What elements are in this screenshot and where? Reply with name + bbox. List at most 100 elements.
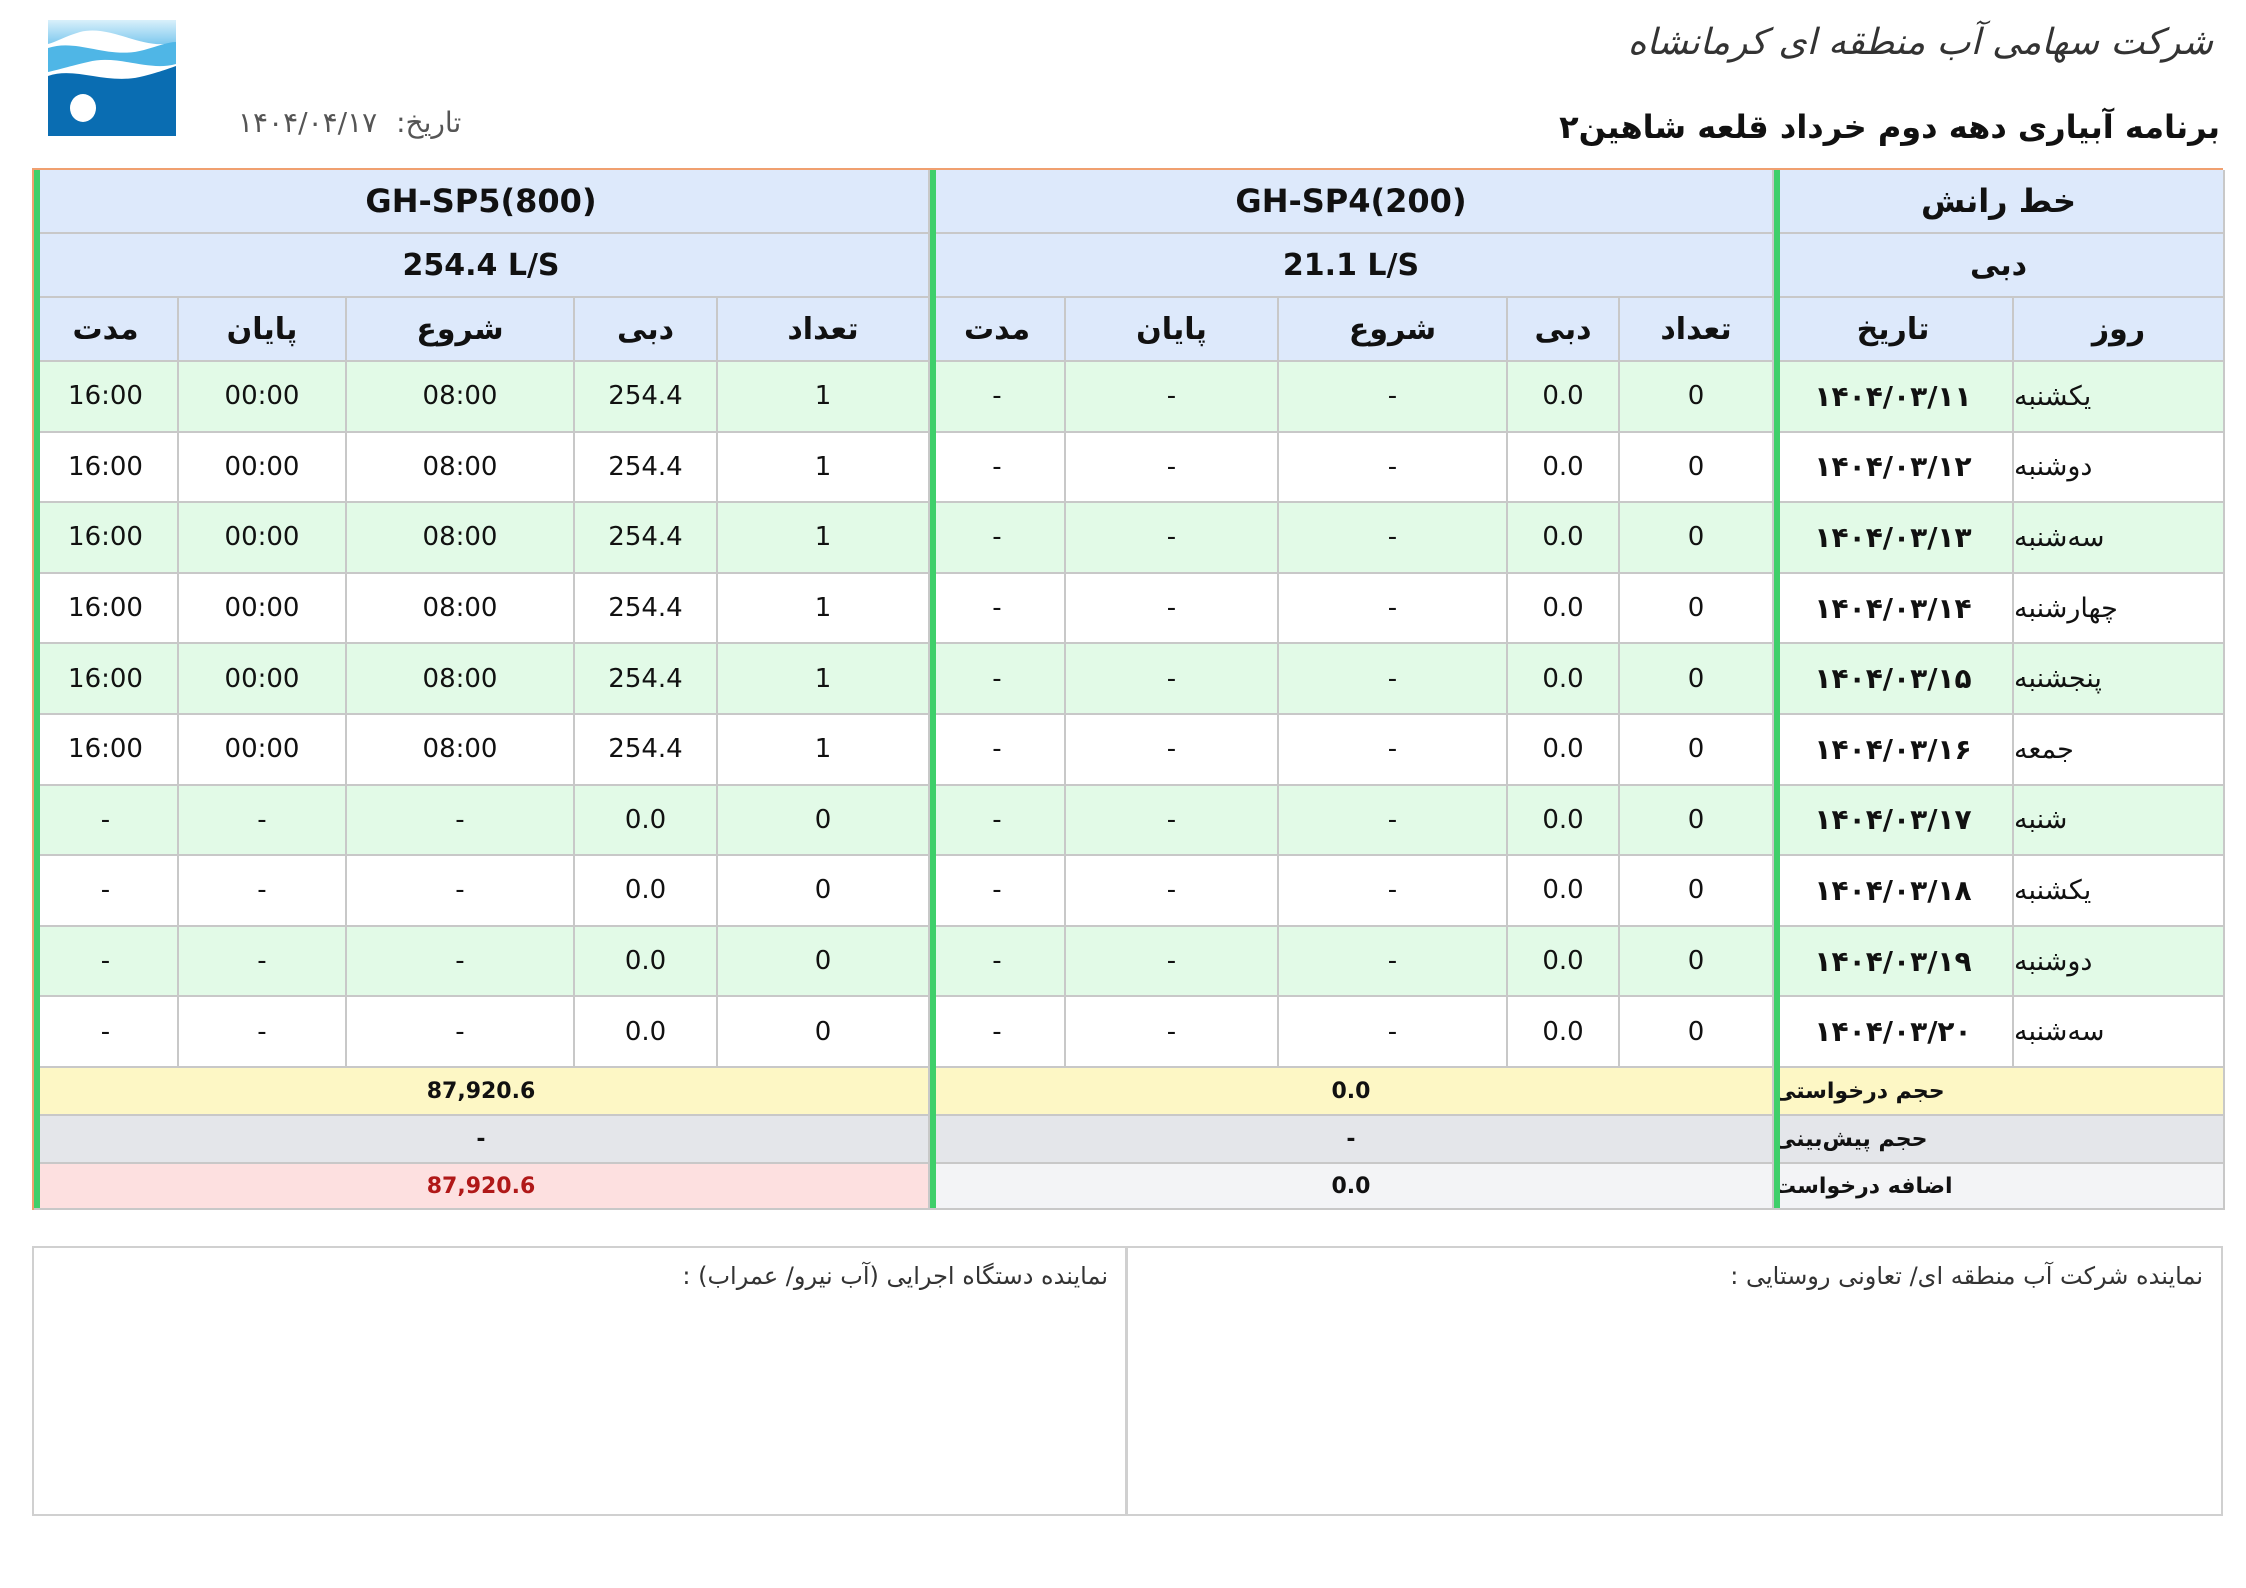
sp5-col-flow: دبی [575, 298, 718, 362]
sp4-cell-start: - [1279, 926, 1508, 998]
requested-volume-label: حجم درخواستی [1774, 1068, 2225, 1116]
sp4-cell-count: 0 [1620, 997, 1774, 1068]
sp4-cell-duration: - [930, 503, 1066, 574]
sp4-cell-duration: - [930, 644, 1066, 715]
sp5-cell-start: 08:00 [347, 573, 575, 645]
sp5-cell-duration: 16:00 [34, 644, 179, 715]
sp5-cell-end: - [179, 856, 347, 927]
sp4-cell-start: - [1279, 432, 1508, 504]
sp4-col-start: شروع [1279, 298, 1508, 362]
sp5-cell-count: 0 [718, 926, 930, 998]
sp4-flow-rate: 21.1 L/S [930, 234, 1774, 298]
row-day: چهارشنبه [2014, 573, 2225, 645]
group-separator-bar [34, 170, 40, 1208]
sp4-cell-duration: - [930, 785, 1066, 857]
sp4-cell-end: - [1066, 997, 1279, 1068]
sp4-cell-count: 0 [1620, 362, 1774, 433]
row-day: پنجشنبه [2014, 644, 2225, 715]
excess-request-sp5: 87,920.6 [34, 1164, 930, 1210]
sp5-cell-flow: 0.0 [575, 997, 718, 1068]
sp4-cell-duration: - [930, 926, 1066, 998]
sp4-cell-end: - [1066, 432, 1279, 504]
signature-label-executive: نماینده دستگاه اجرایی (آب نیرو/ عمراب) : [682, 1262, 1108, 1290]
sp4-cell-end: - [1066, 573, 1279, 645]
signature-box-regional-water: نماینده شرکت آب منطقه ای/ تعاونی روستایی… [1125, 1246, 2223, 1516]
excess-request-label: اضافه درخواست [1774, 1164, 2225, 1210]
forecast-volume-sp4: - [930, 1116, 1774, 1164]
sp4-cell-flow: 0.0 [1508, 926, 1620, 998]
sp5-cell-count: 0 [718, 856, 930, 927]
group-separator-bar [1774, 170, 1780, 1208]
date-value: ۱۴۰۴/۰۴/۱۷ [238, 106, 378, 139]
excess-request-sp4: 0.0 [930, 1164, 1774, 1210]
sp4-cell-flow: 0.0 [1508, 997, 1620, 1068]
sp4-cell-start: - [1279, 997, 1508, 1068]
sp4-cell-duration: - [930, 856, 1066, 927]
row-date: ۱۴۰۴/۰۳/۱۷ [1774, 785, 2014, 857]
date-label: تاریخ: [396, 106, 462, 139]
sp4-cell-duration: - [930, 362, 1066, 433]
pump-line-sp4-header: GH-SP4(200) [930, 170, 1774, 234]
sp5-cell-duration: 16:00 [34, 573, 179, 645]
sp4-cell-count: 0 [1620, 785, 1774, 857]
signature-label-regional-water: نماینده شرکت آب منطقه ای/ تعاونی روستایی… [1730, 1262, 2203, 1290]
sp5-cell-end: - [179, 997, 347, 1068]
sp5-cell-duration: 16:00 [34, 432, 179, 504]
sp5-cell-end: 00:00 [179, 503, 347, 574]
sp5-cell-flow: 0.0 [575, 785, 718, 857]
sp5-cell-duration: - [34, 926, 179, 998]
row-date: ۱۴۰۴/۰۳/۱۲ [1774, 432, 2014, 504]
row-date: ۱۴۰۴/۰۳/۱۴ [1774, 573, 2014, 645]
sp5-cell-end: - [179, 926, 347, 998]
row-day: جمعه [2014, 715, 2225, 786]
sp4-cell-end: - [1066, 503, 1279, 574]
sp5-cell-duration: 16:00 [34, 362, 179, 433]
sp4-cell-start: - [1279, 573, 1508, 645]
sp5-cell-count: 1 [718, 573, 930, 645]
sp5-cell-duration: 16:00 [34, 715, 179, 786]
sp4-col-duration: مدت [930, 298, 1066, 362]
sp4-cell-flow: 0.0 [1508, 362, 1620, 433]
sp4-cell-duration: - [930, 432, 1066, 504]
sp5-cell-start: 08:00 [347, 362, 575, 433]
sp4-cell-flow: 0.0 [1508, 503, 1620, 574]
sp5-cell-duration: - [34, 785, 179, 857]
row-date: ۱۴۰۴/۰۳/۱۹ [1774, 926, 2014, 998]
table-grid: GH-SP5(800) GH-SP4(200) خط رانش 254.4 L/S 21… [34, 170, 2225, 1210]
sp5-cell-count: 0 [718, 785, 930, 857]
sp5-cell-start: - [347, 997, 575, 1068]
sp4-cell-end: - [1066, 715, 1279, 786]
row-date: ۱۴۰۴/۰۳/۲۰ [1774, 997, 2014, 1068]
sp4-cell-flow: 0.0 [1508, 785, 1620, 857]
sp5-cell-count: 1 [718, 432, 930, 504]
sp4-cell-end: - [1066, 926, 1279, 998]
requested-volume-sp4: 0.0 [930, 1068, 1774, 1116]
row-date: ۱۴۰۴/۰۳/۱۵ [1774, 644, 2014, 715]
sp5-col-duration: مدت [34, 298, 179, 362]
sp5-cell-start: 08:00 [347, 644, 575, 715]
sp5-cell-duration: - [34, 856, 179, 927]
sp5-cell-duration: - [34, 997, 179, 1068]
sp4-cell-count: 0 [1620, 503, 1774, 574]
sp5-cell-flow: 254.4 [575, 644, 718, 715]
sp5-cell-flow: 254.4 [575, 362, 718, 433]
sp5-flow-rate: 254.4 L/S [34, 234, 930, 298]
sp5-cell-flow: 0.0 [575, 926, 718, 998]
sp5-cell-flow: 254.4 [575, 573, 718, 645]
sp5-cell-flow: 0.0 [575, 856, 718, 927]
row-date: ۱۴۰۴/۰۳/۱۶ [1774, 715, 2014, 786]
requested-volume-sp5: 87,920.6 [34, 1068, 930, 1116]
row-day: دوشنبه [2014, 432, 2225, 504]
forecast-volume-sp5: - [34, 1116, 930, 1164]
sp5-cell-count: 1 [718, 644, 930, 715]
sp5-cell-count: 0 [718, 997, 930, 1068]
sp4-cell-end: - [1066, 362, 1279, 433]
row-date: ۱۴۰۴/۰۳/۱۱ [1774, 362, 2014, 433]
sp4-cell-duration: - [930, 997, 1066, 1068]
company-signature: شرکت سهامی آب منطقه ای کرمانشاه [1627, 22, 2214, 63]
sp5-cell-count: 1 [718, 362, 930, 433]
pump-line-label: خط رانش [1774, 170, 2225, 234]
sp4-cell-count: 0 [1620, 715, 1774, 786]
sp5-cell-start: - [347, 785, 575, 857]
flow-label: دبی [1774, 234, 2225, 298]
